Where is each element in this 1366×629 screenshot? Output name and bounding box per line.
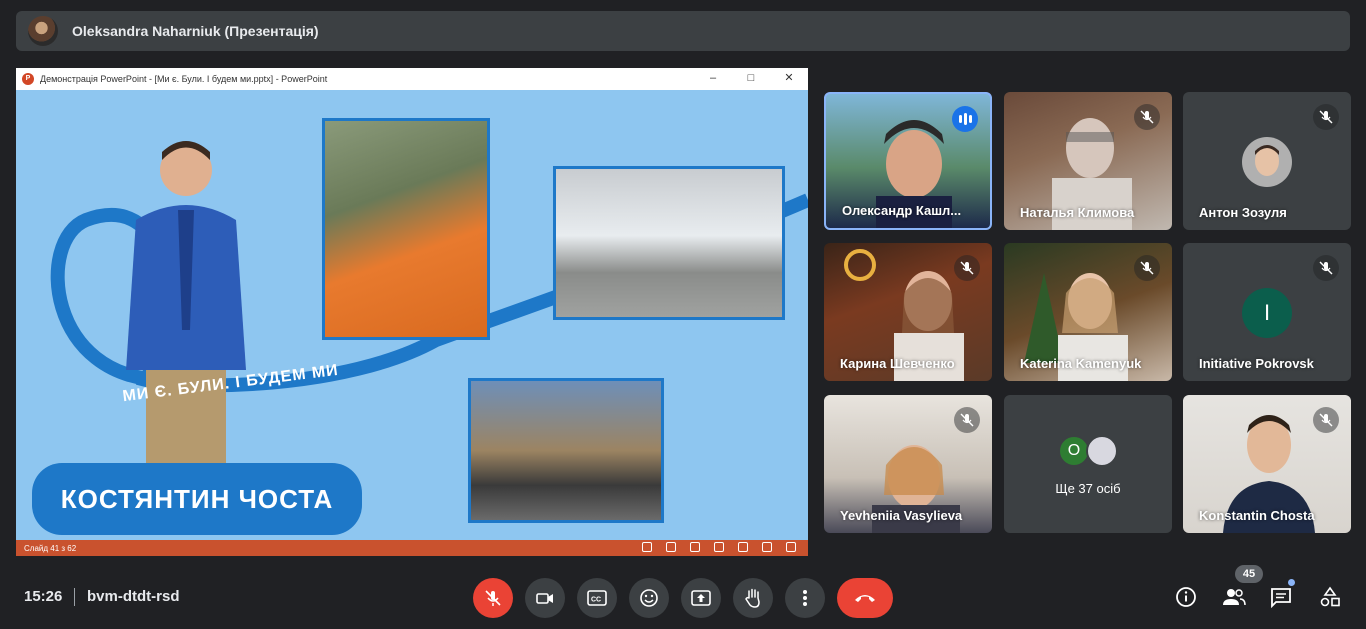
mic-off-icon [954,407,980,433]
presenter-avatar [28,16,58,46]
slide-photo-street [468,378,664,523]
participant-name: Карина Шевченко [840,356,955,371]
people-button[interactable] [1221,584,1247,610]
presentation-window: P Демонстрація PowerPoint - [Ми є. Були.… [16,68,808,556]
participant-name: Олександр Кашл... [842,203,962,218]
activities-button[interactable] [1317,584,1343,610]
meeting-code: bvm-dtdt-rsd [87,588,180,605]
participant-name: Антон Зозуля [1199,205,1287,220]
participant-tile[interactable]: I Initiative Pokrovsk [1183,243,1351,381]
others-count-label: Ще 37 осіб [1055,481,1121,496]
close-icon[interactable]: ✕ [770,68,808,90]
ppt-window-title: Демонстрація PowerPoint - [Ми є. Були. І… [40,74,328,84]
slide-counter: Слайд 41 з 62 [24,543,77,553]
camera-icon [536,593,553,604]
minimize-icon[interactable]: – [694,68,732,90]
ppt-titlebar: P Демонстрація PowerPoint - [Ми є. Були.… [16,68,808,90]
svg-text:CC: CC [591,597,601,604]
captions-button[interactable]: CC [577,578,617,618]
chat-icon [1271,588,1291,608]
participant-name: Наталья Климова [1020,205,1135,220]
others-tile[interactable]: O Ще 37 осіб [1004,395,1172,533]
participant-name: Katerina Kamenyuk [1020,356,1142,371]
presenter-label: Oleksandra Naharniuk (Презентація) [72,23,319,39]
powerpoint-icon: P [22,73,34,85]
normal-view-icon[interactable] [714,542,724,552]
slide-canvas: МИ Є. БУЛИ. І БУДЕМ МИ КОСТЯНТИН ЧОСТА [16,90,808,540]
participant-avatar [1242,137,1292,187]
slide-photo-group [553,166,785,320]
meeting-details-button[interactable] [1173,584,1199,610]
meeting-clock: 15:26 [24,588,63,605]
emoji-icon [640,589,658,607]
participant-tile[interactable]: Антон Зозуля [1183,92,1351,230]
participant-tile[interactable]: Олександр Кашл... [824,92,992,230]
prev-slide-icon[interactable] [642,542,652,552]
activities-icon [1320,586,1340,607]
phone-hangup-icon [855,595,875,602]
mic-toggle-button[interactable] [473,578,513,618]
people-icon [1223,589,1246,606]
others-avatar-photo [1086,435,1118,467]
participant-name: Konstantin Chosta [1199,508,1315,523]
mic-off-icon [954,255,980,281]
participant-count-badge: 45 [1235,565,1263,583]
mic-off-icon [485,590,501,606]
reading-view-icon[interactable] [762,542,772,552]
more-options-button[interactable] [785,578,825,618]
sorter-view-icon[interactable] [738,542,748,552]
participant-tile[interactable]: Konstantin Chosta [1183,395,1351,533]
ppt-statusbar: Слайд 41 з 62 [16,540,808,556]
speaking-indicator-icon [952,106,978,132]
meeting-toolbar: 15:26 bvm-dtdt-rsd CC 45 [0,565,1366,625]
slide-photo-volunteers [322,118,490,340]
mic-off-icon [1313,407,1339,433]
next-slide-icon[interactable] [690,542,700,552]
slideshow-icon[interactable] [786,542,796,552]
reactions-button[interactable] [629,578,669,618]
info-icon [1176,587,1196,607]
participant-tile[interactable]: Наталья Климова [1004,92,1172,230]
slide-person-photo [126,141,246,470]
participant-name: Yevheniia Vasylieva [840,508,963,523]
chat-button[interactable] [1268,584,1294,610]
raise-hand-button[interactable] [733,578,773,618]
hand-icon [745,588,760,608]
slide-menu-icon[interactable] [666,542,676,552]
mic-off-icon [1313,104,1339,130]
end-call-button[interactable] [837,578,893,618]
camera-toggle-button[interactable] [525,578,565,618]
participant-tile[interactable]: Карина Шевченко [824,243,992,381]
slide-name-banner: КОСТЯНТИН ЧОСТА [32,463,362,535]
mic-off-icon [1313,255,1339,281]
maximize-icon[interactable]: □ [732,68,770,90]
mic-off-icon [1134,255,1160,281]
present-button[interactable] [681,578,721,618]
participant-tile[interactable]: Katerina Kamenyuk [1004,243,1172,381]
closed-captions-icon: CC [587,590,607,606]
participant-name: Initiative Pokrovsk [1199,356,1314,371]
participant-tile[interactable]: Yevheniia Vasylieva [824,395,992,533]
mic-off-icon [1134,104,1160,130]
toolbar-divider [74,588,75,606]
participant-avatar: I [1242,288,1292,338]
presenter-bar: Oleksandra Naharniuk (Презентація) [16,11,1350,51]
more-vert-icon [803,590,807,606]
present-screen-icon [691,590,711,606]
